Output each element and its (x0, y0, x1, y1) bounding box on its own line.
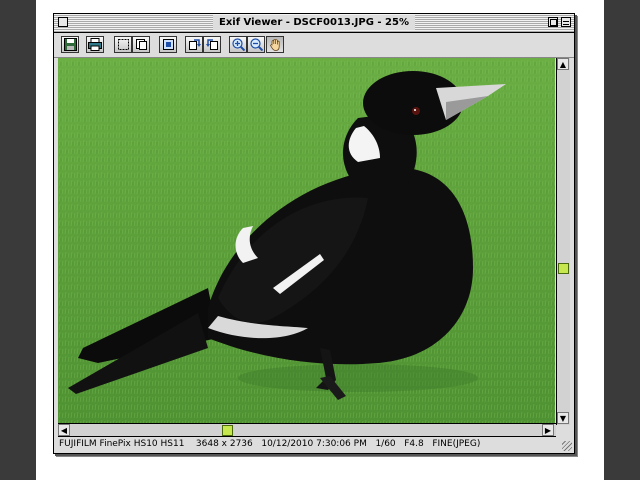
zoom-in-button[interactable] (229, 36, 247, 53)
rotate-right-icon (188, 39, 201, 50)
zoom-in-icon (231, 38, 245, 51)
print-button[interactable] (86, 36, 104, 53)
collapse-box[interactable] (561, 17, 571, 27)
scroll-left-arrow[interactable]: ◀ (58, 424, 70, 436)
window-title: Exif Viewer - DSCF0013.JPG - 25% (213, 15, 415, 30)
select-rect-button[interactable] (114, 36, 132, 53)
rotate-left-button[interactable] (203, 36, 221, 53)
status-shutter: 1/60 (375, 439, 396, 449)
horizontal-scroll-thumb[interactable] (222, 425, 233, 436)
zoom-out-button[interactable] (247, 36, 265, 53)
marquee-icon (117, 39, 129, 50)
close-box[interactable] (58, 17, 68, 27)
rotate-right-button[interactable] (185, 36, 203, 53)
title-bar[interactable]: Exif Viewer - DSCF0013.JPG - 25% (54, 14, 574, 33)
scroll-down-arrow[interactable]: ▼ (557, 412, 569, 424)
rotate-left-icon (205, 39, 218, 50)
floppy-disk-icon (63, 38, 77, 51)
status-datetime: 10/12/2010 7:30:06 PM (261, 439, 367, 449)
toolbar (54, 33, 574, 58)
crop-icon (162, 39, 174, 50)
horizontal-scrollbar[interactable]: ◀ ▶ (58, 423, 556, 437)
vertical-scroll-thumb[interactable] (558, 263, 569, 274)
hand-icon (269, 38, 280, 51)
status-bar: FUJIFILM FinePix HS10 HS11 3648 x 2736 1… (54, 437, 574, 452)
hand-tool-button[interactable] (266, 36, 284, 53)
copy-button[interactable] (132, 36, 150, 53)
resize-grip[interactable] (562, 441, 572, 451)
save-button[interactable] (61, 36, 79, 53)
zoom-out-icon (249, 38, 263, 51)
status-camera: FUJIFILM FinePix HS10 HS11 (59, 439, 185, 449)
vertical-scrollbar[interactable]: ▲ ▼ (556, 58, 570, 425)
copy-icon (135, 39, 147, 50)
scroll-right-arrow[interactable]: ▶ (542, 424, 554, 436)
zoom-box[interactable] (548, 17, 558, 27)
printer-icon (88, 38, 102, 51)
photo-magpie (58, 58, 555, 423)
image-viewport[interactable] (58, 58, 555, 423)
status-aperture: F4.8 (404, 439, 424, 449)
exif-viewer-window: Exif Viewer - DSCF0013.JPG - 25% ▲ ▼ ◀ ▶… (53, 13, 575, 454)
status-quality: FINE(JPEG) (432, 439, 481, 449)
status-dimensions: 3648 x 2736 (195, 439, 253, 449)
scroll-up-arrow[interactable]: ▲ (557, 58, 569, 70)
crop-button[interactable] (159, 36, 177, 53)
